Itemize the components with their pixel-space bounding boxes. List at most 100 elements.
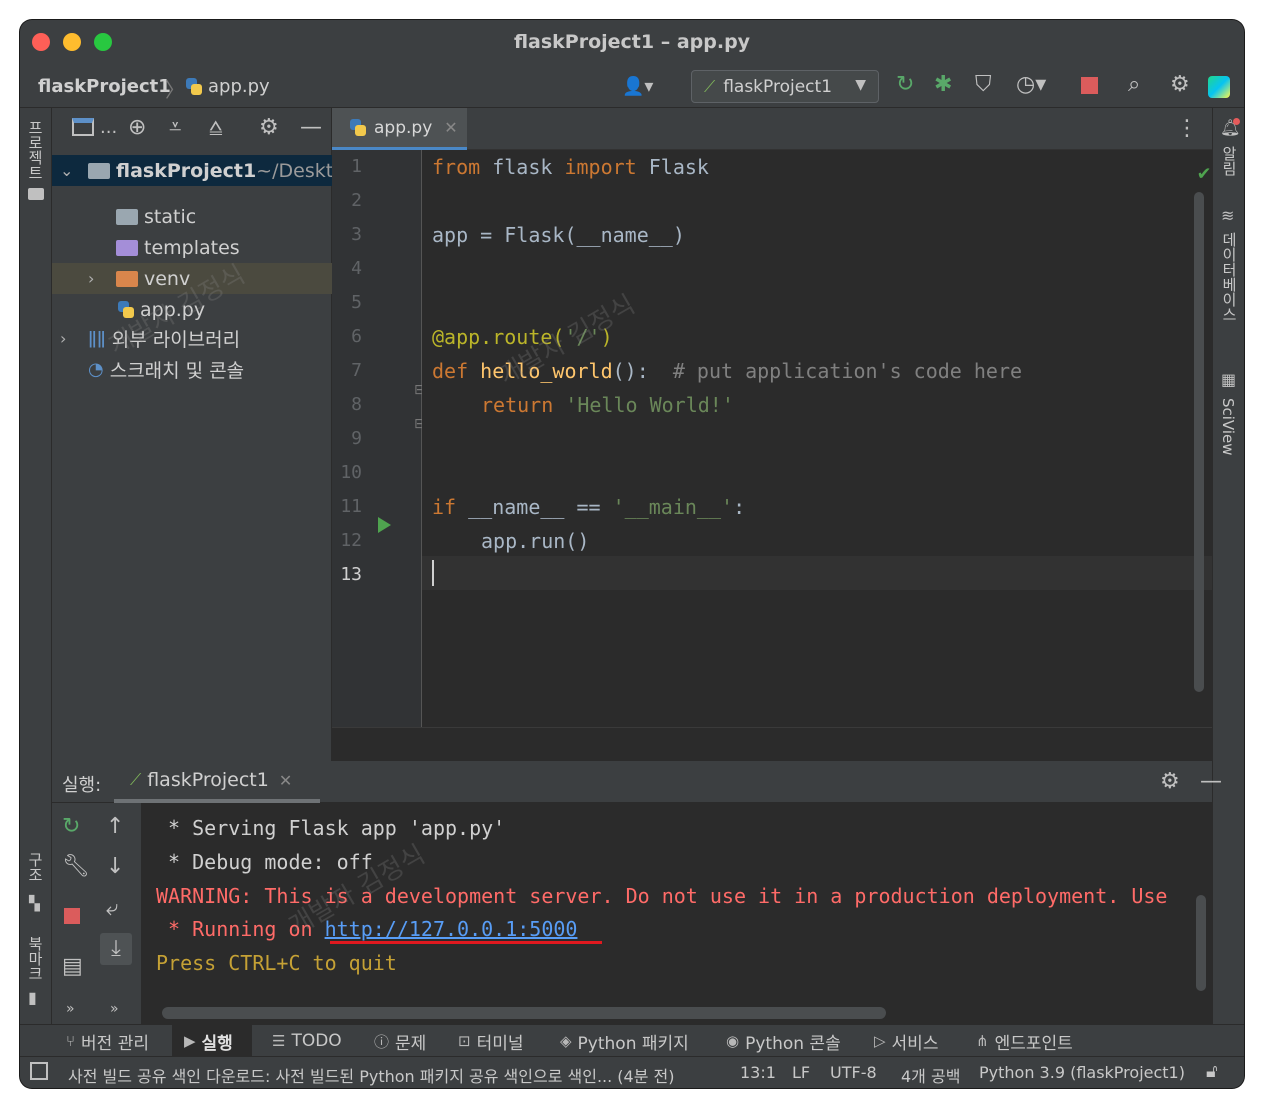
- soft-wrap-icon[interactable]: ⤶: [106, 897, 118, 921]
- status-message[interactable]: 사전 빌드 공유 색인 다운로드: 사전 빌드된 Python 패키지 공유 색…: [68, 1063, 675, 1087]
- line-number: 10: [340, 462, 362, 483]
- line-number: 2: [351, 190, 362, 211]
- gear-icon[interactable]: ⚙: [1170, 74, 1190, 96]
- more-icon[interactable]: »: [66, 997, 75, 1021]
- run-console-output[interactable]: * Serving Flask app 'app.py' * Debug mod…: [142, 803, 1190, 1024]
- profile-icon[interactable]: ◷▾: [1016, 74, 1046, 96]
- jetbrains-logo-icon[interactable]: [1208, 76, 1230, 98]
- chevron-down-icon[interactable]: ⌄: [60, 161, 73, 180]
- layout-icon[interactable]: ▤: [62, 955, 83, 979]
- rerun-icon[interactable]: ↻: [62, 815, 80, 839]
- line-separator[interactable]: LF: [792, 1063, 810, 1082]
- tab-todo[interactable]: ☰ TODO: [272, 1025, 342, 1057]
- hide-panel-icon[interactable]: —: [300, 116, 322, 140]
- close-tab-icon[interactable]: ✕: [444, 118, 457, 137]
- editor-vertical-scrollbar[interactable]: [1194, 192, 1204, 692]
- code-line-7: def hello_world(): # put application's c…: [432, 359, 1023, 383]
- collapse-all-icon[interactable]: ⩠: [209, 116, 222, 140]
- python-interpreter[interactable]: Python 3.9 (flaskProject1): [979, 1063, 1185, 1082]
- unlock-icon[interactable]: 🔓︎: [1206, 1061, 1218, 1082]
- tab-terminal[interactable]: ⊡ 터미널: [458, 1025, 524, 1057]
- line-number: 9: [351, 428, 362, 449]
- console-line: * Serving Flask app 'app.py': [156, 816, 506, 840]
- more-icon[interactable]: »: [110, 997, 119, 1021]
- folder-icon[interactable]: [28, 188, 44, 200]
- arrow-down-icon[interactable]: ↓: [106, 855, 124, 879]
- indentation[interactable]: 4개 공백: [901, 1063, 960, 1087]
- breadcrumb-file[interactable]: app.py: [184, 76, 270, 97]
- chevron-down-icon: ▼: [855, 77, 866, 93]
- toggle-tool-windows-icon[interactable]: [30, 1062, 48, 1080]
- breadcrumb-project[interactable]: flaskProject1: [38, 76, 171, 97]
- notification-dot: [1233, 118, 1240, 125]
- tab-run[interactable]: ▶ 실행: [172, 1025, 252, 1057]
- close-window-button[interactable]: [32, 33, 50, 51]
- tab-services[interactable]: ▷ 서비스: [874, 1025, 938, 1057]
- notifications-tool-tab[interactable]: 알림: [1219, 146, 1240, 176]
- tab-problems[interactable]: ⓘ 문제: [374, 1025, 426, 1057]
- tree-item-venv[interactable]: › venv: [52, 263, 332, 294]
- scroll-to-end-icon[interactable]: ⤓: [100, 933, 132, 965]
- tab-endpoints[interactable]: ⋔ 엔드포인트: [976, 1025, 1073, 1057]
- file-encoding[interactable]: UTF-8: [830, 1063, 877, 1082]
- run-configuration-selector[interactable]: ⟋ flaskProject1 ▼: [691, 70, 879, 103]
- console-horizontal-scrollbar[interactable]: [142, 1002, 1190, 1024]
- view-mode-icon[interactable]: [72, 118, 94, 136]
- zoom-window-button[interactable]: [94, 33, 112, 51]
- run-gutter-icon[interactable]: [378, 517, 391, 533]
- stop-icon[interactable]: [64, 908, 80, 924]
- tab-python-packages[interactable]: ◈ Python 패키지: [560, 1025, 689, 1057]
- sciview-tool-tab[interactable]: SciView: [1219, 398, 1237, 456]
- console-line: * Debug mode: off: [156, 850, 373, 874]
- caret-position[interactable]: 13:1: [740, 1063, 776, 1082]
- minimize-window-button[interactable]: [63, 33, 81, 51]
- tool-window-tabs: ⑂ 버전 관리 ▶ 실행 ☰ TODO ⓘ 문제 ⊡ 터미널 ◈ Python 패키지 ◉ P…: [20, 1024, 1244, 1057]
- line-number: 3: [351, 224, 362, 245]
- tree-item-project-root[interactable]: ⌄ flaskProject1 ~/Desktop: [52, 155, 332, 186]
- wrench-icon[interactable]: 🔧︎: [62, 855, 90, 879]
- tree-item-scratches[interactable]: ◔ 스크래치 및 콘솔: [52, 354, 332, 385]
- hide-panel-icon[interactable]: —: [1200, 769, 1222, 794]
- search-icon[interactable]: ⌕: [1128, 74, 1140, 96]
- debug-bug-icon[interactable]: ✱: [934, 74, 952, 96]
- code-line-8: return 'Hello World!': [481, 393, 734, 417]
- tree-item-templates[interactable]: templates: [52, 232, 332, 263]
- tree-item-external-libraries[interactable]: › ǁǁ 외부 라이브러리: [52, 323, 332, 354]
- line-number-current: 13: [340, 564, 362, 585]
- tree-item-static[interactable]: static: [52, 201, 332, 232]
- project-tool-tab[interactable]: 프로젝트: [25, 120, 46, 180]
- gear-icon[interactable]: ⚙: [259, 116, 279, 140]
- structure-tool-tab[interactable]: 구조: [25, 852, 46, 882]
- terminal-icon: ⊡: [458, 1032, 471, 1050]
- tab-python-console[interactable]: ◉ Python 콘솔: [726, 1025, 841, 1057]
- stop-icon[interactable]: [1081, 77, 1098, 94]
- arrow-up-icon[interactable]: ↑: [106, 815, 124, 839]
- close-tab-icon[interactable]: ✕: [279, 771, 292, 790]
- bookmarks-tool-tab[interactable]: 북마크: [25, 936, 46, 981]
- database-tool-tab[interactable]: 데이터베이스: [1219, 232, 1240, 322]
- chevron-right-icon[interactable]: ›: [60, 329, 66, 348]
- chevron-right-icon[interactable]: ›: [88, 269, 94, 288]
- server-url-link[interactable]: http://127.0.0.1:5000: [325, 917, 578, 941]
- code-line-6: @app.route('/'): [432, 325, 613, 349]
- no-problems-check-icon[interactable]: ✔: [1198, 160, 1210, 184]
- console-quit-hint: Press CTRL+C to quit: [156, 951, 397, 975]
- view-mode-dots[interactable]: ...: [100, 116, 117, 140]
- more-options-icon[interactable]: ⋮: [1176, 116, 1198, 141]
- gear-icon[interactable]: ⚙: [1160, 769, 1180, 794]
- highlight-underline: [330, 941, 602, 944]
- coverage-shield-icon[interactable]: ⛉: [975, 74, 992, 96]
- console-vertical-scrollbar[interactable]: [1190, 803, 1212, 1024]
- breadcrumb-separator: 〉: [165, 78, 185, 102]
- run-tab-flaskproject1[interactable]: ⟋ flaskProject1 ✕: [114, 761, 320, 803]
- rerun-icon[interactable]: ↻: [896, 74, 914, 96]
- run-panel-label: 실행:: [62, 775, 102, 796]
- code-editor[interactable]: from flask import Flask app = Flask(__na…: [422, 150, 1212, 727]
- locate-file-icon[interactable]: ⊕: [128, 116, 146, 140]
- expand-all-icon[interactable]: ⩡: [169, 116, 181, 140]
- tab-version-control[interactable]: ⑂ 버전 관리: [66, 1025, 149, 1057]
- tree-item-app-py[interactable]: app.py: [52, 294, 332, 325]
- account-icon[interactable]: 👤▾: [622, 76, 653, 97]
- tab-app-py[interactable]: app.py ✕: [332, 108, 467, 150]
- folder-icon: [116, 270, 138, 287]
